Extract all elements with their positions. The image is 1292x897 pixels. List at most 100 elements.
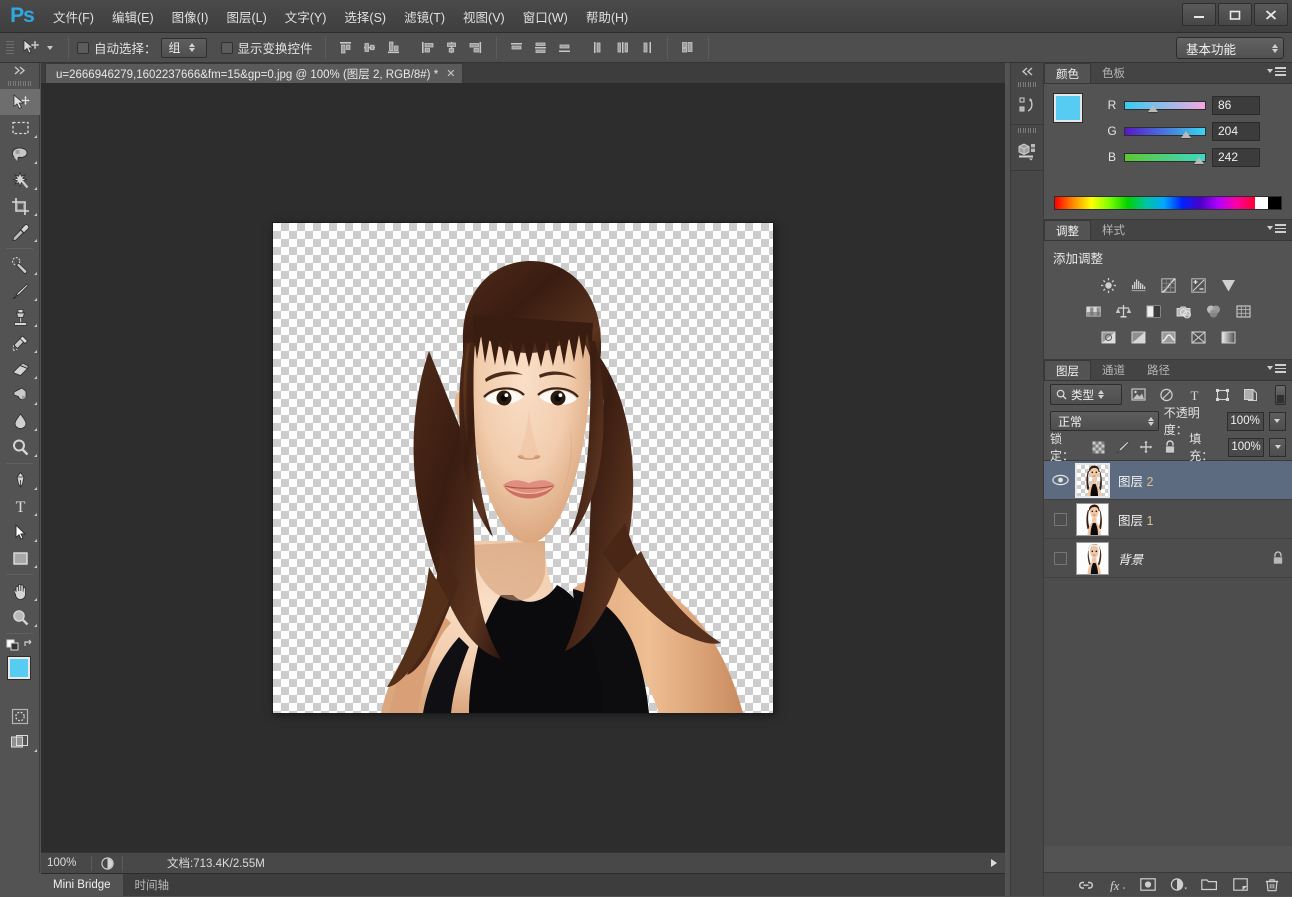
dock-grip-2[interactable]: [1011, 125, 1043, 136]
lock-all-icon[interactable]: [1160, 438, 1179, 456]
channel-slider-thumb-r[interactable]: [1148, 105, 1158, 112]
crop-tool[interactable]: [0, 193, 40, 219]
new-layer-icon[interactable]: [1232, 876, 1249, 893]
tab-timeline[interactable]: 时间轴: [123, 874, 182, 897]
threshold-icon[interactable]: [1158, 327, 1179, 347]
spectrum-black-swatch[interactable]: [1268, 197, 1281, 209]
fill-value[interactable]: 100%: [1228, 437, 1264, 457]
move-tool[interactable]: [0, 89, 40, 115]
lock-transparent-pixels-icon[interactable]: [1089, 438, 1108, 456]
canvas-area[interactable]: [41, 84, 1005, 852]
history-brush-tool[interactable]: [0, 330, 40, 356]
current-tool-icon[interactable]: [18, 37, 44, 59]
tab-layers[interactable]: 图层: [1044, 360, 1091, 380]
close-button[interactable]: [1254, 3, 1288, 26]
curves-icon[interactable]: [1158, 275, 1179, 295]
hand-tool[interactable]: [0, 578, 40, 604]
tab-color[interactable]: 颜色: [1044, 63, 1091, 83]
layer-row-2[interactable]: 图层 1: [1044, 500, 1292, 539]
options-bar-grip[interactable]: [6, 38, 14, 58]
link-layers-icon[interactable]: [1077, 876, 1094, 893]
layer-visibility-toggle[interactable]: [1044, 500, 1076, 539]
color-balance-icon[interactable]: [1113, 301, 1134, 321]
distribute-horizontal-centers-button[interactable]: [611, 37, 635, 59]
rectangle-tool[interactable]: [0, 545, 40, 571]
pen-tool[interactable]: [0, 467, 40, 493]
layer-style-fx-icon[interactable]: fx: [1108, 876, 1125, 893]
menu-edit[interactable]: 编辑(E): [103, 3, 163, 30]
distribute-top-edges-button[interactable]: [505, 37, 529, 59]
blend-mode-dropdown[interactable]: 正常: [1050, 411, 1159, 431]
toolbox-collapse-button[interactable]: [0, 63, 39, 77]
maximize-button[interactable]: [1218, 3, 1252, 26]
blur-tool[interactable]: [0, 408, 40, 434]
layer-filter-dropdown[interactable]: 类型: [1050, 384, 1122, 405]
align-left-edges-button[interactable]: [416, 37, 440, 59]
tab-paths[interactable]: 路径: [1136, 360, 1181, 380]
layer-list-empty-area[interactable]: [1044, 578, 1292, 846]
delete-layer-icon[interactable]: [1263, 876, 1280, 893]
layer-row-3[interactable]: 背景: [1044, 539, 1292, 578]
color-panel-foreground-swatch[interactable]: [1054, 94, 1082, 122]
fill-slider-button[interactable]: [1268, 437, 1287, 457]
color-lookup-icon[interactable]: [1233, 301, 1254, 321]
layer-name[interactable]: 背景: [1109, 549, 1264, 568]
lock-position-icon[interactable]: [1137, 438, 1156, 456]
posterize-icon[interactable]: [1128, 327, 1149, 347]
tab-styles[interactable]: 样式: [1091, 220, 1136, 240]
new-group-icon[interactable]: [1201, 876, 1218, 893]
color-panel-menu-button[interactable]: [1267, 67, 1286, 76]
layer-thumbnail[interactable]: [1076, 502, 1109, 536]
levels-icon[interactable]: [1128, 275, 1149, 295]
channel-value-r[interactable]: 86: [1212, 95, 1260, 115]
filter-adjustment-icon[interactable]: [1155, 385, 1178, 405]
align-bottom-edges-button[interactable]: [382, 37, 406, 59]
document-canvas[interactable]: [273, 223, 773, 713]
menu-layer[interactable]: 图层(L): [217, 3, 275, 30]
menu-filter[interactable]: 滤镜(T): [395, 3, 454, 30]
close-icon[interactable]: ✕: [446, 67, 455, 80]
history-panel-icon[interactable]: [1011, 90, 1043, 120]
preview-options-icon[interactable]: [92, 856, 122, 870]
filter-shape-icon[interactable]: [1211, 385, 1234, 405]
spectrum-white-swatch[interactable]: [1255, 197, 1268, 209]
filter-pixel-icon[interactable]: [1127, 385, 1150, 405]
filter-type-icon[interactable]: T: [1183, 385, 1206, 405]
align-right-edges-button[interactable]: [464, 37, 488, 59]
menu-image[interactable]: 图像(I): [163, 3, 218, 30]
distribute-bottom-edges-button[interactable]: [553, 37, 577, 59]
exposure-icon[interactable]: [1188, 275, 1209, 295]
channel-value-b[interactable]: 242: [1212, 147, 1260, 167]
magic-wand-tool[interactable]: [0, 167, 40, 193]
menu-type[interactable]: 文字(Y): [276, 3, 336, 30]
auto-select-dropdown[interactable]: 组: [160, 37, 207, 58]
tab-swatches[interactable]: 色板: [1091, 63, 1136, 83]
path-selection-tool[interactable]: [0, 519, 40, 545]
vibrance-icon[interactable]: [1218, 275, 1239, 295]
selective-color-icon[interactable]: [1188, 327, 1209, 347]
channel-slider-r[interactable]: [1124, 95, 1206, 115]
layer-thumbnail[interactable]: [1075, 462, 1110, 498]
spectrum-ramp[interactable]: [1055, 197, 1255, 209]
channel-mixer-icon[interactable]: [1203, 301, 1224, 321]
dodge-tool[interactable]: [0, 434, 40, 460]
show-transform-controls-checkbox[interactable]: [220, 41, 233, 54]
lock-image-pixels-icon[interactable]: [1113, 438, 1132, 456]
foreground-color-swatch[interactable]: [8, 657, 30, 679]
layer-name[interactable]: 图层 1: [1109, 510, 1292, 529]
new-adjustment-layer-icon[interactable]: [1170, 876, 1187, 893]
channel-slider-thumb-g[interactable]: [1181, 131, 1191, 138]
rectangular-marquee-tool[interactable]: [0, 115, 40, 141]
layer-name[interactable]: 图层 2: [1109, 471, 1292, 490]
eyedropper-tool[interactable]: [0, 219, 40, 245]
channel-slider-b[interactable]: [1124, 147, 1206, 167]
minimize-button[interactable]: [1182, 3, 1216, 26]
layer-row-1[interactable]: 图层 2: [1044, 461, 1292, 500]
status-menu-arrow-icon[interactable]: [991, 859, 997, 867]
layer-filter-toggle[interactable]: [1275, 384, 1286, 405]
distribute-right-edges-button[interactable]: [635, 37, 659, 59]
dock-expand-button[interactable]: [1011, 63, 1043, 79]
photo-filter-icon[interactable]: [1173, 301, 1194, 321]
menu-view[interactable]: 视图(V): [454, 3, 514, 30]
menu-window[interactable]: 窗口(W): [514, 3, 577, 30]
